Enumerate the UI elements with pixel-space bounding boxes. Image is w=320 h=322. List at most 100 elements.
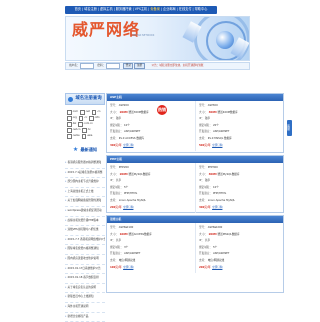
feature-label: 支持： [199,260,207,263]
space-label: 大 小： [110,234,119,237]
ip-value: 共享 [205,240,210,243]
order-button[interactable]: 立即订购 [123,145,133,148]
order-button[interactable]: 立即订购 [123,207,133,210]
news-item[interactable]: 2015.01.17日系统维护公告 [65,265,105,275]
suffix-checkbox[interactable]: .com.cn [78,122,93,127]
model-label: 型号： [110,105,118,108]
domain-label: 绑定域名： [110,247,123,250]
nav-separator: | [193,8,194,11]
space-value: 200M [120,174,128,177]
nav-item-pay[interactable]: 在线支付 [179,8,192,11]
nav-separator: | [98,8,99,11]
feature-value: 电信/网通双线 [119,260,135,263]
suffix-checkbox[interactable]: .com [67,110,78,115]
order-button[interactable]: 立即订购 [123,267,133,270]
suffix-checkbox[interactable]: .cc [79,116,87,121]
lang-label: 开发语言： [199,131,212,134]
nav-item-mail[interactable]: 企业邮局 [163,8,176,11]
lang-value: PHP/HTML [124,193,137,196]
banner: 威严网络 WEIYAN NETWORK [65,16,250,61]
lang-label: 开发语言： [199,253,212,256]
suffix-checkbox[interactable]: .net [80,110,90,115]
domain-value: 5个 [213,247,217,250]
model-value: ASPNet100 [119,227,134,230]
news-item[interactable]: 双线VPS主机限时八折优惠 [65,226,105,236]
password-input[interactable] [106,63,120,69]
suffix-checkbox[interactable]: .name [67,134,80,139]
product-card: 型号：PHP200 大 小：200M赠送MySQL数据库 IP：共享 绑定域名：… [107,163,195,213]
news-item[interactable]: 上海双线主机正式上线 [65,188,105,198]
news-item[interactable]: 关于加强网站备案管理的通知 [65,197,105,207]
order-button[interactable]: 立即订购 [212,267,222,270]
suffix-checkbox[interactable]: .info [89,116,99,121]
domain-label: 绑定域名： [110,187,123,190]
sidebar: 域名注册查询 .com .net .cn .org .cc .info .biz… [65,93,105,300]
username-label: 用户名： [69,65,79,68]
register-button[interactable]: 注册 [134,63,144,69]
nav-separator: | [148,8,149,11]
hot-badge: 热销 [157,105,167,115]
space-note: 赠送MSSQL数据库 [218,234,240,237]
floating-service-tab[interactable]: 客服 [287,120,292,136]
panel-title: ASP主机 [107,94,283,101]
order-button[interactable]: 立即订购 [212,145,222,148]
model-value: PHP200 [119,167,129,170]
ip-label: IP： [199,180,204,183]
suffix-checkbox[interactable]: .org [67,116,77,121]
feature-value: IIS.0 ACCESS 数据库 [119,138,144,141]
news-item[interactable]: 2015-7-7 香港机房网络维护公告 [65,236,105,246]
login-bar: 用户名： 密码： 登录 注册 公告：域名注册立即生效，主机开通即时到账 [65,62,250,70]
news-item[interactable]: 新增企业邮局产品 [65,313,105,322]
news-item[interactable]: 关于域名实名认证的说明 [65,284,105,294]
model-label: 型号： [199,167,207,170]
panel-title: PHP主机 [107,156,283,163]
lang-label: 开发语言： [199,193,212,196]
space-note: 赠送MySQL数据库 [218,174,240,177]
product-panel-php: PHP主机 型号：PHP200 大 小：200M赠送MySQL数据库 IP：共享… [106,155,284,213]
nav-item-hosting[interactable]: 虚拟主机 [100,8,113,11]
login-button[interactable]: 登录 [123,63,133,69]
suffix-checkbox[interactable]: .cn [92,110,101,115]
news-item[interactable]: 国内机房流量攻击防护说明 [65,255,105,265]
ip-value: 共享 [116,180,121,183]
space-note: 赠送400M数据库 [218,112,238,115]
domain-value: 5个 [124,187,128,190]
news-item[interactable]: 部分国内主机节点升级维护 [65,178,105,188]
product-card: 型号：PHP300 大 小：300M赠送MySQL数据库 IP：独享 绑定域名：… [195,163,283,213]
nav-item-home[interactable]: 首页 [75,8,81,11]
domain-suffix-list: .com .net .cn .org .cc .info .biz .com.c… [67,110,105,139]
nav-item-no-filing[interactable]: 免备案 [150,8,160,11]
domain-label: 绑定域名： [110,125,123,128]
suffix-checkbox[interactable]: .asia [82,134,93,139]
suffix-checkbox[interactable]: .tv [82,128,90,133]
nav-item-help[interactable]: 帮助中心 [195,8,208,11]
news-title: 最新通知 [80,148,97,152]
feature-label: 支持： [199,138,207,141]
username-input[interactable] [80,63,94,69]
news-item[interactable]: 2015.01.18 春节放假安排 [65,274,105,284]
news-item[interactable]: wordpress建站主机促销活动 [65,207,105,217]
site-logo: 威严网络 [72,22,140,38]
news-item[interactable]: 2015.7.1起域名注册价格调整 [65,169,105,179]
nav-separator: | [133,8,134,11]
feature-value: Linux Apache MySQL [119,200,146,203]
nav-item-domain[interactable]: 域名注册 [84,8,97,11]
news-item[interactable]: 国际域名续费价格调整通知 [65,245,105,255]
news-item[interactable]: 香港机房服务器价格调整通知 [65,159,105,169]
suffix-checkbox[interactable]: .biz [67,122,76,127]
main-nav: 首页| 域名注册| 虚拟主机| 服务器托管| VPS主机| 免备案| 企业邮局|… [65,6,217,14]
news-item[interactable]: 海外主机开通说明 [65,303,105,313]
password-label: 密码： [97,65,105,68]
nav-item-server[interactable]: 服务器托管 [116,8,132,11]
suffix-checkbox[interactable]: .net.cn [67,128,80,133]
order-button[interactable]: 立即订购 [212,207,222,210]
domain-search-title: 域名注册查询 [75,97,101,101]
domain-label: 绑定域名： [199,125,212,128]
news-item[interactable]: 虚拟主机免费升级PHP版本 [65,217,105,227]
nav-separator: | [82,8,83,11]
price: 500元/年 [199,145,211,148]
nav-item-vps[interactable]: VPS主机 [135,8,148,11]
news-item[interactable]: 新版会员中心上线通知 [65,293,105,303]
product-card: 型号：ASP300 大 小：300M赠送400M数据库 IP：独享 绑定域名：2… [195,101,283,151]
model-label: 型号： [199,105,207,108]
